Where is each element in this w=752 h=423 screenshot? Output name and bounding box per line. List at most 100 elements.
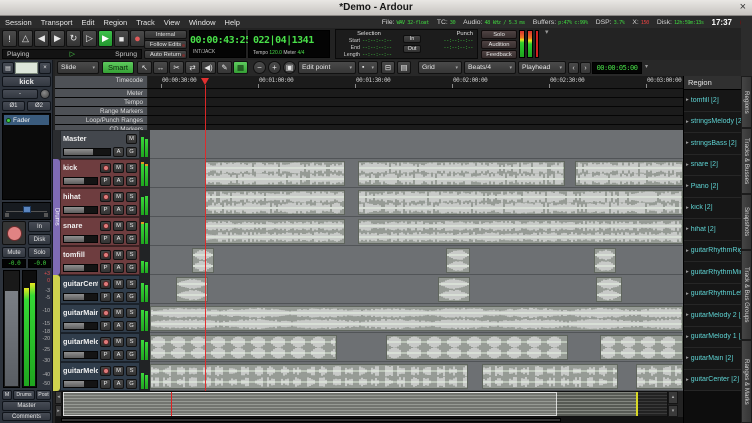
- close-icon[interactable]: ×: [39, 62, 51, 74]
- tab-ranges-marks[interactable]: Ranges & Marks: [741, 340, 752, 423]
- track-header-kick[interactable]: kickMSPAG: [60, 159, 140, 188]
- horizontal-scrollbar[interactable]: [55, 417, 683, 423]
- scrollbar-handle[interactable]: [61, 418, 561, 422]
- stop-button[interactable]: ■: [114, 30, 129, 47]
- record-enable-button[interactable]: [2, 221, 26, 245]
- menu-help[interactable]: Help: [225, 18, 240, 27]
- expand-triangle-icon[interactable]: ▸: [686, 226, 689, 232]
- group-tab-drums[interactable]: Drums: [53, 159, 60, 275]
- primary-clock[interactable]: 00:00:43:25 INT/JACK: [189, 30, 246, 58]
- ruler-lane[interactable]: [148, 107, 683, 115]
- track-fader[interactable]: [63, 380, 98, 388]
- tab-snapshots[interactable]: Snapshots: [741, 194, 752, 250]
- monitor-disk-button[interactable]: Disk: [28, 234, 51, 245]
- go-to-end-button[interactable]: ▶: [50, 30, 65, 47]
- tool-draw-button[interactable]: ✎: [217, 61, 232, 74]
- audio-region[interactable]: [358, 219, 683, 244]
- peak-display[interactable]: -0.0: [28, 259, 51, 268]
- automation-button[interactable]: A: [113, 350, 124, 360]
- menu-transport[interactable]: Transport: [41, 18, 73, 27]
- solo-button[interactable]: S: [126, 337, 137, 347]
- track-header-guitarmelody-2[interactable]: guitarMelody 2MSPAG: [60, 362, 140, 391]
- region-list-item[interactable]: ▸stringsMelody [2]: [684, 112, 741, 134]
- expand-triangle-icon[interactable]: ▸: [686, 97, 689, 103]
- strip-entry-field[interactable]: [15, 62, 38, 74]
- gain-display[interactable]: -0.0: [2, 259, 26, 268]
- tool-stretch-button[interactable]: ⇄: [185, 61, 200, 74]
- audio-region[interactable]: [438, 277, 470, 302]
- play-range-button[interactable]: ▷: [82, 30, 97, 47]
- smart-mode-button[interactable]: Smart: [102, 61, 134, 74]
- expand-triangle-icon[interactable]: ▸: [686, 140, 689, 146]
- playlist-button[interactable]: P: [100, 205, 111, 215]
- expand-triangle-icon[interactable]: ▸: [686, 269, 689, 275]
- go-to-start-button[interactable]: ◀: [34, 30, 49, 47]
- audio-region[interactable]: [150, 335, 337, 360]
- canvas-track-guitarcenter[interactable]: [150, 275, 683, 304]
- grid-mode-combo[interactable]: Grid▾: [418, 61, 462, 74]
- punch-out-button[interactable]: Out: [403, 45, 421, 53]
- record-enable-button[interactable]: [100, 279, 111, 289]
- playlist-button[interactable]: P: [100, 176, 111, 186]
- monitor-input-button[interactable]: In: [28, 221, 51, 232]
- group-button[interactable]: G: [126, 350, 137, 360]
- tool-audition-button[interactable]: ◀): [201, 61, 216, 74]
- solo-button[interactable]: S: [126, 308, 137, 318]
- group-button[interactable]: G: [126, 234, 137, 244]
- track-fader[interactable]: [63, 177, 98, 185]
- processor-led-icon[interactable]: [6, 118, 11, 123]
- metering-position-button[interactable]: Post: [36, 390, 51, 400]
- expand-triangle-icon[interactable]: ▸: [686, 312, 689, 318]
- canvas-track-guitarmain[interactable]: [150, 304, 683, 333]
- feedback-button[interactable]: Feedback: [481, 50, 517, 59]
- region-list-item[interactable]: ▸Piano [2]: [684, 176, 741, 198]
- tool-edit-internal-button[interactable]: ▦: [233, 61, 248, 74]
- expand-triangle-icon[interactable]: ▸: [686, 119, 689, 125]
- region-list-item[interactable]: ▸guitarMelody 1 [2: [684, 327, 741, 349]
- track-name[interactable]: guitarMain: [63, 308, 98, 317]
- canvas-track-tomfill[interactable]: [150, 246, 683, 275]
- nudge-forward-button[interactable]: ›: [580, 62, 591, 74]
- pan-widget[interactable]: [2, 202, 51, 220]
- track-header-guitarmain[interactable]: guitarMainMSPAG: [60, 304, 140, 333]
- tab-track-bus-groups[interactable]: Track & Bus Groups: [741, 250, 752, 340]
- ruler-lane[interactable]: [148, 89, 683, 97]
- audio-region[interactable]: [205, 161, 345, 186]
- mute-button[interactable]: M: [126, 134, 137, 144]
- region-list-header[interactable]: Region: [684, 76, 741, 90]
- audition-button[interactable]: Audition: [481, 40, 517, 49]
- chevron-down-icon[interactable]: ▾: [545, 28, 549, 36]
- audio-region[interactable]: [176, 277, 208, 302]
- track-name[interactable]: kick: [63, 163, 98, 172]
- midi-panic-button[interactable]: !: [2, 30, 17, 47]
- nudge-back-button[interactable]: ‹: [568, 62, 579, 74]
- playlist-button[interactable]: P: [100, 292, 111, 302]
- snap-mode-icon[interactable]: ⊟: [381, 61, 395, 74]
- output-button[interactable]: Master: [2, 401, 51, 411]
- option-internal[interactable]: Internal: [144, 30, 187, 39]
- group-tab-g1[interactable]: [53, 275, 60, 391]
- track-header-hihat[interactable]: hihatMSPAG: [60, 188, 140, 217]
- audio-region[interactable]: [205, 219, 345, 244]
- region-list-item[interactable]: ▸snare [2]: [684, 155, 741, 177]
- region-list-item[interactable]: ▸guitarRhythmLeft: [684, 284, 741, 306]
- automation-button[interactable]: A: [113, 205, 124, 215]
- record-button[interactable]: ●: [130, 30, 145, 47]
- group-button[interactable]: G: [126, 205, 137, 215]
- phase-1-button[interactable]: Ø1: [2, 101, 25, 111]
- edit-point-combo[interactable]: Playhead▾: [518, 61, 566, 74]
- audio-region[interactable]: [446, 248, 470, 273]
- mute-button[interactable]: M: [113, 337, 124, 347]
- record-enable-button[interactable]: [100, 163, 111, 173]
- expand-triangle-icon[interactable]: ▸: [686, 162, 689, 168]
- tool-cut-button[interactable]: ✂: [169, 61, 184, 74]
- ruler-lane[interactable]: [148, 98, 683, 106]
- zoom-in-button[interactable]: +: [268, 61, 281, 74]
- region-list-item[interactable]: ▸guitarRhythmMidd: [684, 262, 741, 284]
- group-button[interactable]: G: [126, 379, 137, 389]
- audio-region[interactable]: [358, 190, 683, 215]
- track-fader[interactable]: [63, 148, 111, 156]
- region-list-item[interactable]: ▸guitarMain [2]: [684, 348, 741, 370]
- track-name[interactable]: guitarCenter: [63, 279, 98, 288]
- track-fader[interactable]: [63, 351, 98, 359]
